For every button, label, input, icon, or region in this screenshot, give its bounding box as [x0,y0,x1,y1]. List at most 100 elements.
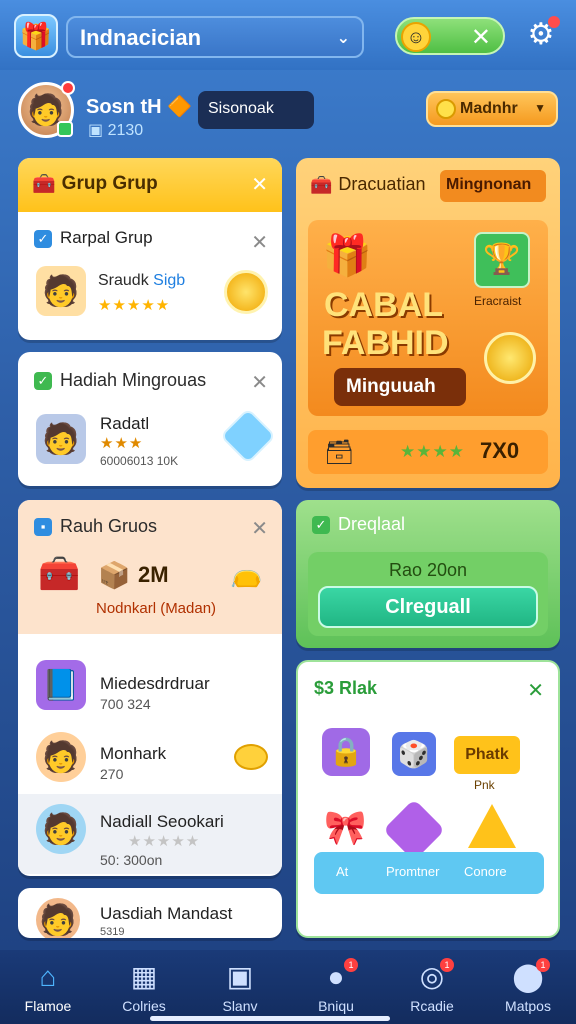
list-item[interactable]: 📘 Miedesdrdruar 700 324 [18,650,282,720]
character-avatar-icon: 🧑 [36,898,80,938]
title-selector[interactable]: Indnacician ⌄ [66,16,364,58]
raduh-subtitle: Nodnkarl (Madan) [96,600,217,617]
checkbox-icon[interactable]: ✓ [34,372,52,391]
uasdiah-card[interactable]: 🧑 Uasdiah Mandast 5319 [18,888,282,938]
notification-dot [548,16,560,28]
coin-icon [436,99,456,119]
character-avatar-icon: 🧑 [36,732,86,782]
checkbox-icon[interactable]: ▪ [34,518,52,537]
player-name: Sosn tH 🔶 [86,96,193,118]
list-item-title: Nadiall Seookari [100,812,224,831]
rating-stars: ★★★★★ [98,297,171,314]
notification-dot [61,81,75,95]
list-item[interactable]: 🧑 Nadiall Seookari ★★★★★ 50: 300on [18,794,282,874]
nav-pin[interactable]: ⬤ 1 Matpos [480,950,576,1024]
grid-icon: ▦ [130,961,158,992]
gear-icon[interactable]: ⚙ [524,16,560,52]
tab-2[interactable]: Promtner [386,864,439,879]
list-item-title: Miedesdrdruar [100,674,210,693]
target-icon: ◎ 1 [384,958,480,994]
raduh-card: ▪ Rauh Gruos ✕ 🧰 📦 2M 👝 Nodnkarl (Madan) … [18,500,282,876]
badge-icon: 🔶 [167,96,193,118]
nav-target[interactable]: ◎ 1 Rcadie [384,950,480,1024]
treasure-icon: 🏆 [474,232,530,288]
inbox-icon: 🗃 [324,439,355,466]
checkbox-icon[interactable]: ✓ [312,516,330,535]
avatar[interactable]: 🧑 [18,81,75,138]
tab-1[interactable]: At [336,864,348,879]
rlak-tabs: At Promtner Conore [314,852,544,894]
chevron-down-icon: ⌄ [336,30,350,47]
list-item-sub: 700 324 [100,696,151,712]
promo-button[interactable]: Minguuah [334,368,466,406]
triangle-icon [468,804,516,848]
bottom-nav: ⌂ Flamoe ▦ Colries ▣ Slanv ● 1 Bniqu ◎ 1 R… [0,950,576,1024]
promo-panel[interactable]: 🎁 🏆 Eracraist CABAL FABHID Minguuah [308,220,548,416]
close-icon[interactable]: ✕ [251,516,268,541]
search-field[interactable]: Sisonoak [198,91,314,129]
close-icon[interactable]: ✕ [527,678,544,703]
coin-button[interactable]: Madnhr ▼ [426,91,558,127]
list-item[interactable]: 🧑 Monhark 270 [18,722,282,792]
coin-icon [484,332,536,384]
close-icon[interactable]: ✕ [471,23,491,52]
diamond-icon [219,407,277,465]
checkbox-icon[interactable]: ✓ [34,229,52,248]
player-level: ▣ 2130 [88,122,144,139]
coin-icon [234,744,268,770]
raduh-amount: 2M [138,562,169,587]
list-item-sub: 270 [100,766,124,782]
lock-icon: 🔒 [322,728,370,776]
rating-stars: ★★★★ [400,442,465,461]
chevron-down-icon: ▼ [534,101,546,115]
nav-home[interactable]: ⌂ Flamoe [0,950,96,1024]
gift-box-icon: 🎁 [322,234,372,278]
raduh-header: ▪ Rauh Gruos [34,516,157,537]
close-icon[interactable]: ✕ [251,230,268,255]
list-item-sub: 5319 [100,926,125,938]
tab-3[interactable]: Conore [464,864,507,879]
pin-icon: ⬤ 1 [480,958,576,994]
rating-value: 7X0 [480,438,520,463]
nav-grid[interactable]: ▦ Colries [96,950,192,1024]
notification-badge: 1 [536,958,550,972]
hadiah-card: ✓ Hadiah Mingrouas ✕ 🧑 Radatl ★★★ 6000601… [18,352,282,486]
card-header: 🧰 Grup Grup ✕ [18,158,282,212]
home-icon: ⌂ [39,961,57,992]
dreqlaal-button[interactable]: Clreguall [318,586,538,628]
home-indicator [150,1016,390,1021]
hadiah-header: ✓ Hadiah Mingrouas [34,370,206,391]
app-logo-icon[interactable]: 🎁 [14,14,58,58]
book-icon: 📘 [36,660,86,710]
chest-icon: 🧰 [310,174,333,195]
hadiah-subtitle: 60006013 10K [100,454,179,468]
smiley-face-icon: ☺ [401,22,431,52]
nav-box[interactable]: ▣ Slanv [192,950,288,1024]
dreqlaal-text: Rao 20on [388,560,468,580]
dracuatian-header: 🧰 Dracuatian [310,174,426,195]
title-text: Indnacician [80,25,202,50]
close-icon[interactable]: ✕ [251,370,268,395]
dracuatian-card: 🧰 Dracuatian Mingnonan 🎁 🏆 Eracraist CABA… [296,158,560,488]
chest-icon: 🧰 [32,174,56,195]
verified-icon [57,121,73,137]
character-avatar-icon: 🧑 [36,804,86,854]
notification-badge: 1 [344,958,358,972]
cube-icon: 🎲 [392,732,436,776]
grup-card: 🧰 Grup Grup ✕ ✓ Rarpal Grup ✕ 🧑 Sraudk Sig… [18,158,282,340]
bow-icon: 🎀 [324,809,367,847]
rlak-card: $3 Rlak ✕ 🔒 🎲 Phatk Pnk 🎀 At Promtner Co… [296,660,560,938]
nav-chat[interactable]: ● 1 Bniqu [288,950,384,1024]
promo-line1: CABAL [324,286,443,324]
tile-label[interactable]: Phatk [454,736,520,774]
close-icon[interactable]: ✕ [251,172,268,197]
dreqlaal-header: ✓ Dreqlaal [312,514,405,535]
box-icon: ▣ [226,961,254,992]
dracuatian-tag[interactable]: Mingnonan [440,170,546,202]
chat-icon: ● 1 [288,958,384,994]
rlak-header: $3 Rlak [314,678,378,698]
list-item-sub: 50: 300on [100,852,163,868]
hadiah-item-title: Radatl [100,414,150,433]
top-bar: 🎁 Indnacician ⌄ ☺ ✕ ⚙ [0,0,576,70]
status-toggle[interactable]: ☺ ✕ [395,17,505,55]
